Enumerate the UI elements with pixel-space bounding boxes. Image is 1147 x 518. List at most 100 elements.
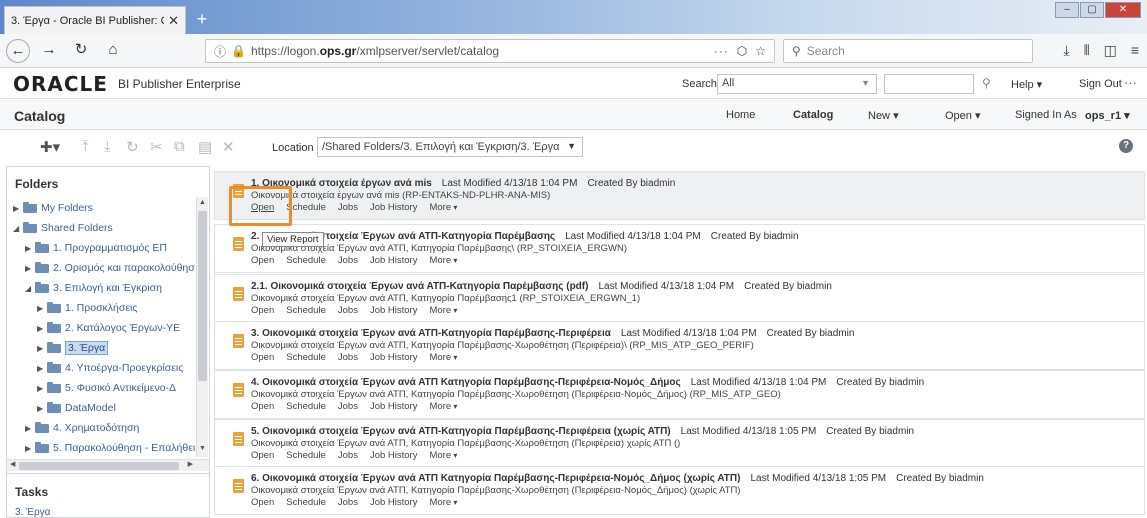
new-tab-icon[interactable]: + [192, 10, 212, 30]
collapse-icon[interactable]: ◢ [25, 284, 35, 293]
jobs-link[interactable]: Jobs [338, 352, 358, 363]
schedule-link[interactable]: Schedule [286, 497, 326, 508]
job-history-link[interactable]: Job History [370, 401, 418, 412]
browser-tab[interactable]: 3. Έργα - Oracle BI Publisher: Catal ✕ [4, 6, 186, 34]
page-actions-icon[interactable]: ··· [714, 44, 729, 58]
collapse-icon[interactable]: ◢ [13, 224, 23, 233]
job-history-link[interactable]: Job History [370, 450, 418, 461]
expand-icon[interactable]: ▶ [25, 444, 35, 453]
tree-item-folder[interactable]: ▶ 2. Ορισμός και παρακολούθηση [25, 259, 195, 277]
downloads-icon[interactable]: ⤓ [1064, 42, 1070, 59]
tree-item-folder[interactable]: ▶ 1. Προσκλήσεις [37, 299, 137, 317]
forward-arrow-icon[interactable]: → [36, 38, 62, 64]
help-menu[interactable]: Help ▾ [1011, 78, 1042, 91]
tree-item-folder[interactable]: ▶ 1. Προγραμματισμός ΕΠ [25, 239, 167, 257]
nav-catalog[interactable]: Catalog [793, 109, 833, 121]
search-scope-select[interactable]: All ▼ [717, 74, 877, 94]
menu-icon[interactable]: ≡ [1131, 42, 1139, 59]
tree-horizontal-scrollbar[interactable]: ◀ ▶ [7, 459, 209, 471]
help-icon[interactable]: ? [1119, 139, 1133, 153]
report-icon[interactable] [233, 383, 244, 397]
sign-out-link[interactable]: Sign Out [1079, 78, 1122, 90]
tree-item-folder[interactable]: ▶ 4. Υποέργα-Προεγκρίσεις [37, 359, 183, 377]
report-icon[interactable] [233, 334, 244, 348]
minimize-icon[interactable]: – [1055, 2, 1079, 18]
more-menu[interactable]: More [429, 255, 457, 266]
nav-home[interactable]: Home [726, 109, 755, 121]
expand-icon[interactable]: ▶ [25, 424, 35, 433]
list-item[interactable]: 3. Οικονομικά στοιχεία Έργων ανά ΑΤΠ-Κατ… [214, 321, 1145, 370]
jobs-link[interactable]: Jobs [338, 202, 358, 213]
open-link[interactable]: Open [251, 305, 274, 316]
more-menu[interactable]: More [429, 401, 457, 412]
more-menu[interactable]: More [429, 450, 457, 461]
tree-item-my-folders[interactable]: ▶ My Folders [13, 199, 93, 217]
url-bar[interactable]: ⓘ 🔒 https://logon. ops.gr/xmlpserver/serv… [205, 39, 775, 63]
expand-icon[interactable]: ▶ [37, 304, 47, 313]
job-history-link[interactable]: Job History [370, 202, 418, 213]
tree-item-folder[interactable]: ◢ 3. Επιλογή και Έγκριση [25, 279, 162, 297]
more-options-icon[interactable]: ··· [1124, 75, 1137, 90]
tree-item-folder[interactable]: ▶ DataModel [37, 399, 116, 417]
user-menu[interactable]: ops_r1 ▾ [1085, 109, 1130, 122]
list-item[interactable]: 2.1. Οικονομικά στοιχεία Έργων ανά ΑΤΠ-Κ… [214, 274, 1145, 323]
job-history-link[interactable]: Job History [370, 497, 418, 508]
report-icon[interactable] [233, 479, 244, 493]
tree-item-folder[interactable]: ▶ 4. Χρηματοδότηση [25, 419, 139, 437]
library-icon[interactable]: ⫴ [1084, 42, 1090, 59]
search-icon[interactable]: ⚲ [982, 76, 991, 90]
list-item[interactable]: 1. Οικονομικά στοιχεία έργων ανά mis Last… [214, 171, 1145, 220]
list-item[interactable]: 2. Οικονομικά στοιχεία Έργων ανά ΑΤΠ-Κατ… [214, 224, 1145, 273]
schedule-link[interactable]: Schedule [286, 305, 326, 316]
cut-icon[interactable]: ✂ [150, 138, 163, 156]
copy-icon[interactable]: ⧉ [174, 138, 185, 155]
list-item[interactable]: 4. Οικονομικά στοιχεία Έργων ανά ΑΤΠ Κατ… [214, 370, 1145, 419]
jobs-link[interactable]: Jobs [338, 450, 358, 461]
bookmark-star-icon[interactable]: ☆ [755, 44, 766, 58]
open-link[interactable]: Open [251, 497, 274, 508]
nav-new[interactable]: New ▾ [868, 109, 899, 122]
report-title[interactable]: 6. Οικονομικά στοιχεία Έργων ανά ΑΤΠ Κατ… [251, 473, 740, 484]
report-title[interactable]: 4. Οικονομικά στοιχεία Έργων ανά ΑΤΠ Κατ… [251, 377, 681, 388]
report-icon[interactable] [233, 432, 244, 446]
list-item[interactable]: 6. Οικονομικά στοιχεία Έργων ανά ΑΤΠ Κατ… [214, 466, 1145, 515]
tree-item-folder[interactable]: ▶ 2. Κατάλογος Έργων-ΥΕ [37, 319, 180, 337]
pocket-icon[interactable]: ⬡ [737, 44, 747, 58]
report-title[interactable]: 3. Οικονομικά στοιχεία Έργων ανά ΑΤΠ-Κατ… [251, 328, 611, 339]
job-history-link[interactable]: Job History [370, 352, 418, 363]
report-icon[interactable] [233, 287, 244, 301]
scroll-right-icon[interactable]: ▶ [188, 460, 193, 468]
refresh-icon[interactable]: ↻ [126, 138, 139, 156]
info-icon[interactable]: ⓘ [214, 43, 226, 60]
jobs-link[interactable]: Jobs [338, 401, 358, 412]
tree-item-selected[interactable]: ▶ 3. Έργα [37, 339, 109, 357]
scroll-thumb[interactable] [19, 462, 179, 470]
window-close-icon[interactable]: ✕ [1105, 2, 1141, 18]
header-search-input[interactable] [884, 74, 974, 94]
tree-item-folder[interactable]: ▶ 5. Φυσικό Αντικείμενο-Δ [37, 379, 176, 397]
more-menu[interactable]: More [429, 202, 457, 213]
browser-search-input[interactable]: ⚲ Search [783, 39, 1033, 63]
tree-item-folder[interactable]: ▶ 5. Παρακολούθηση - Επαλήθευση [25, 439, 195, 457]
expand-icon[interactable]: ▶ [37, 364, 47, 373]
more-menu[interactable]: More [429, 352, 457, 363]
expand-icon[interactable]: ▶ [13, 204, 23, 213]
tree-item-shared-folders[interactable]: ◢ Shared Folders [13, 219, 113, 237]
report-title[interactable]: 5. Οικονομικά στοιχεία Έργων ανά ΑΤΠ-Κατ… [251, 426, 671, 437]
scroll-up-icon[interactable]: ▲ [199, 199, 206, 206]
schedule-link[interactable]: Schedule [286, 401, 326, 412]
tree-vertical-scrollbar[interactable]: ▲ ▼ [196, 197, 208, 457]
jobs-link[interactable]: Jobs [338, 497, 358, 508]
expand-icon[interactable]: ▶ [37, 384, 47, 393]
jobs-link[interactable]: Jobs [338, 255, 358, 266]
scroll-down-icon[interactable]: ▼ [199, 445, 206, 452]
back-arrow-icon[interactable]: ← [6, 38, 30, 63]
schedule-link[interactable]: Schedule [286, 255, 326, 266]
download-icon[interactable]: ⤓ [104, 138, 111, 155]
expand-icon[interactable]: ▶ [37, 324, 47, 333]
expand-icon[interactable]: ▶ [37, 344, 47, 353]
sidebar-icon[interactable]: ◫ [1104, 42, 1117, 59]
delete-icon[interactable]: ✕ [222, 138, 235, 156]
list-item[interactable]: 5. Οικονομικά στοιχεία Έργων ανά ΑΤΠ-Κατ… [214, 419, 1145, 468]
new-plus-icon[interactable]: ✚▾ [40, 138, 60, 156]
